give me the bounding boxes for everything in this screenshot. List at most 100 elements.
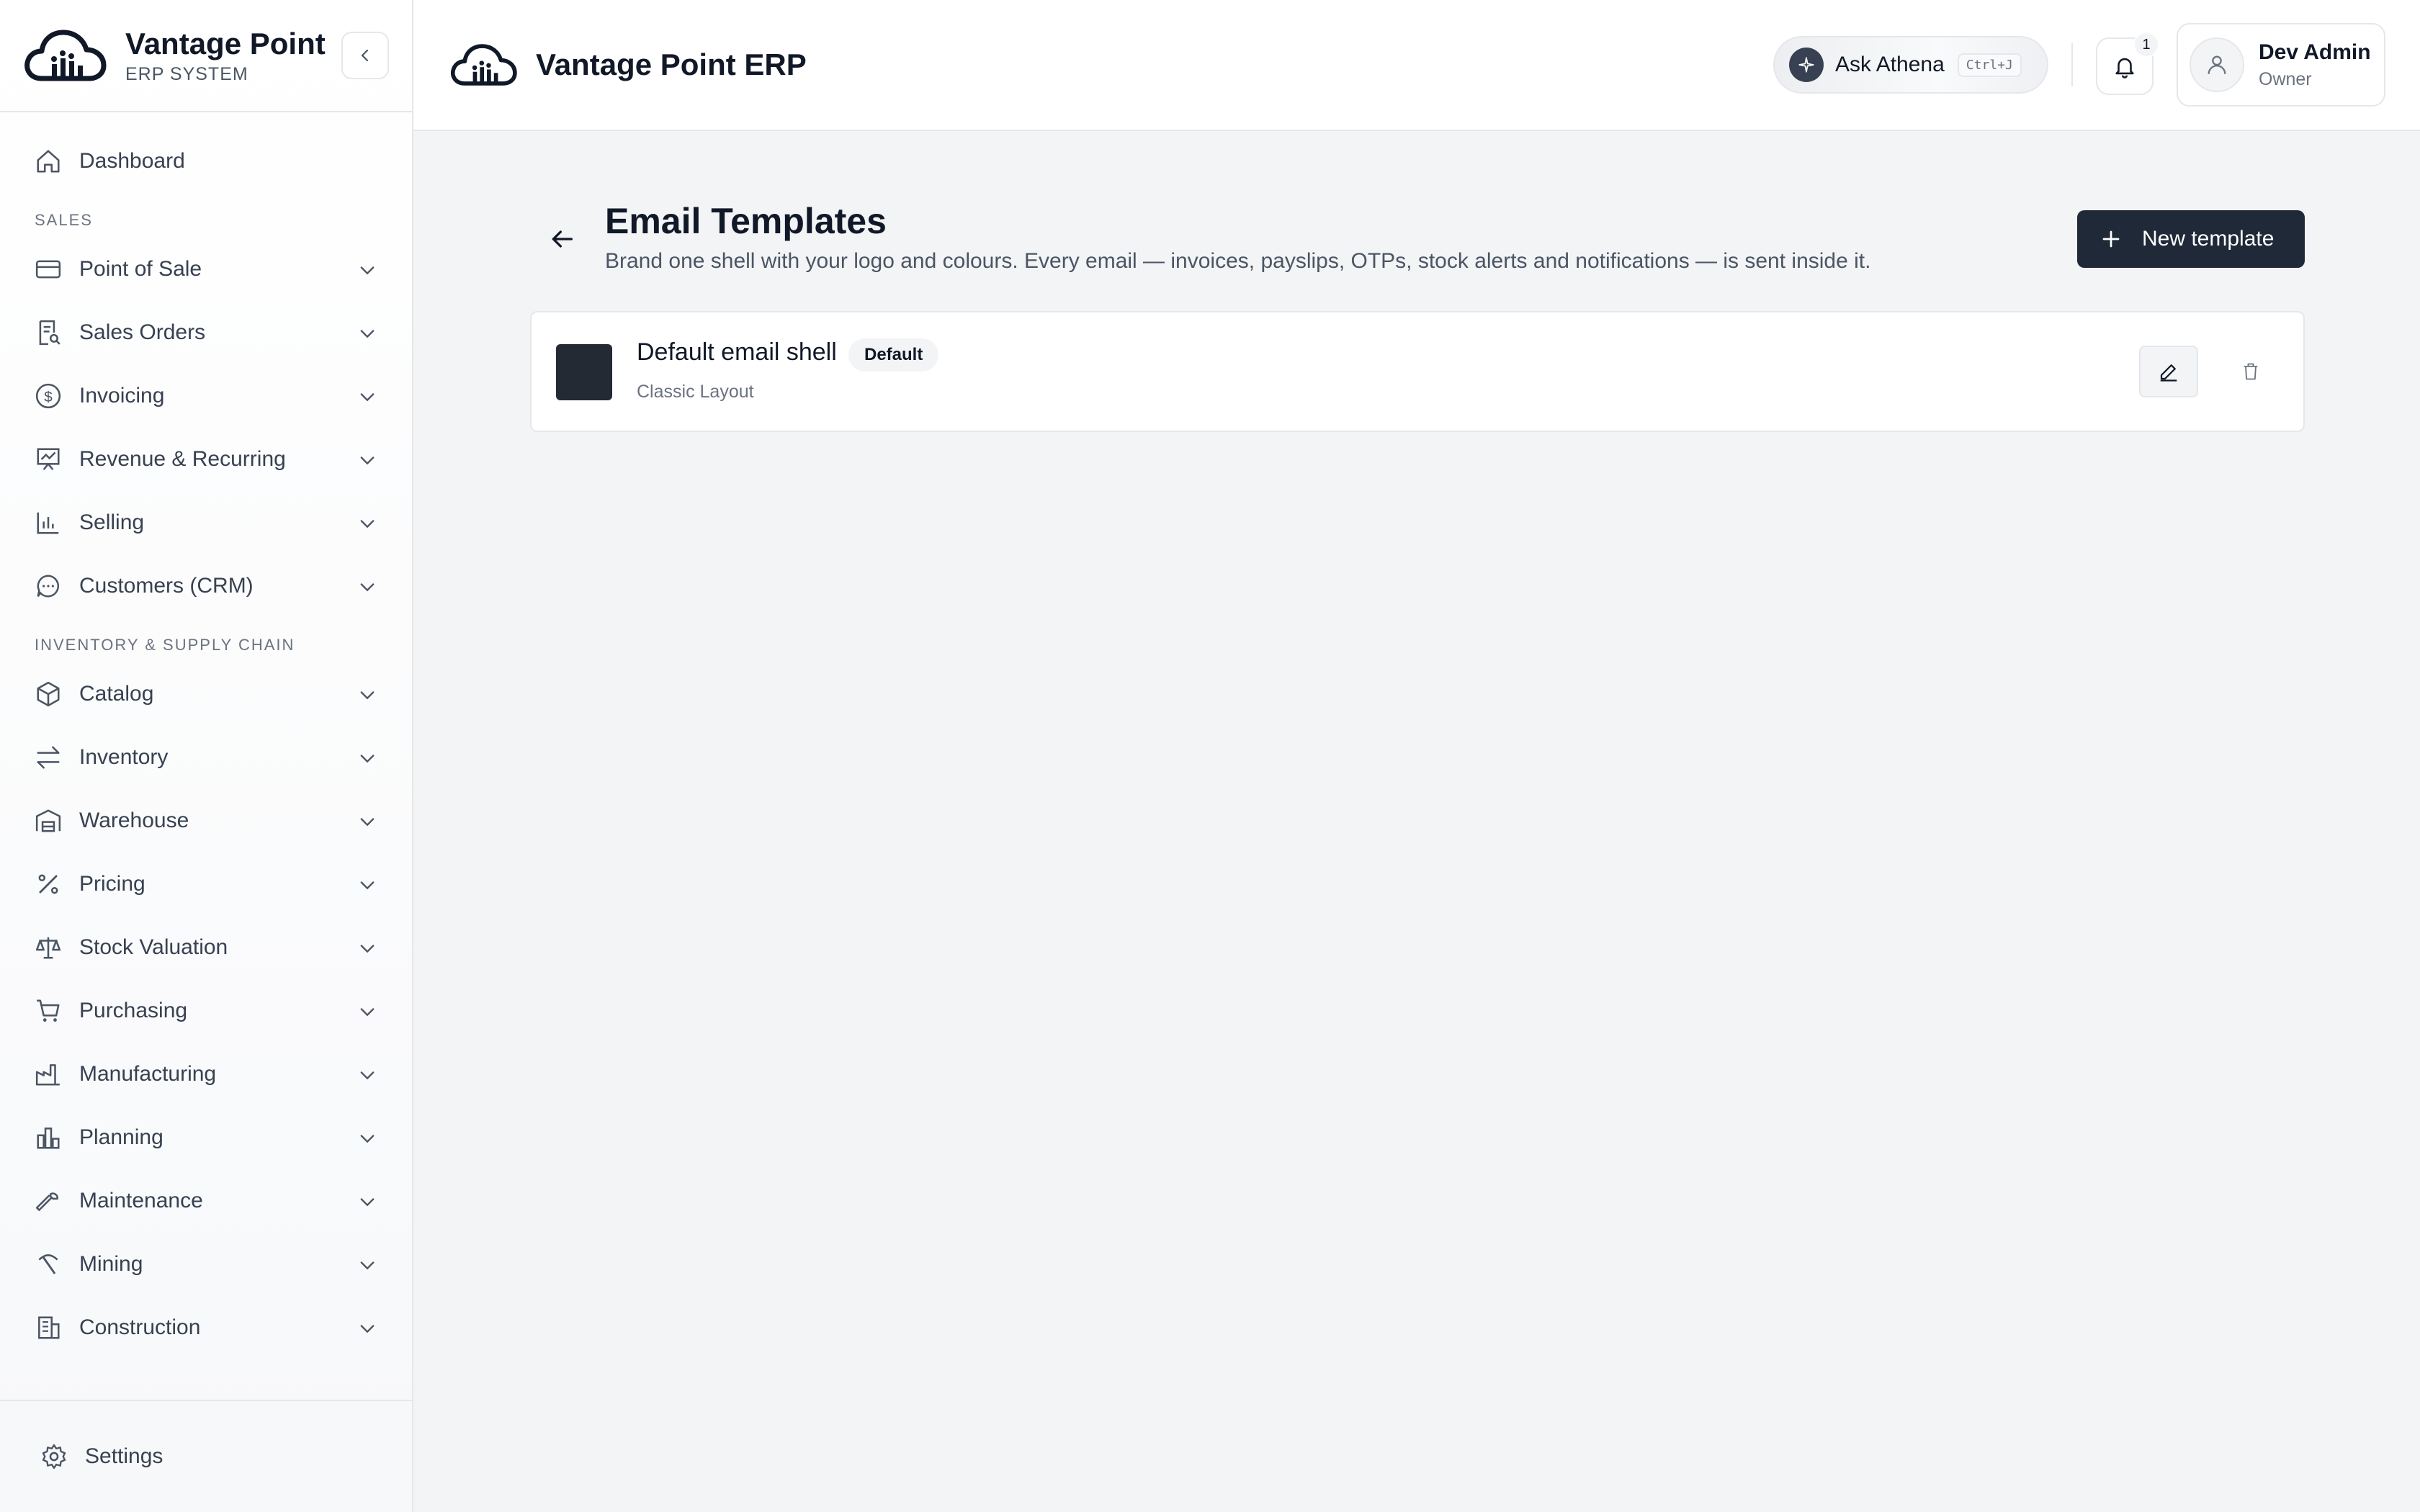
page-title: Email Templates: [605, 201, 887, 241]
template-name: Default email shell: [637, 338, 837, 366]
default-badge: Default: [848, 338, 939, 372]
sidebar-item-mining[interactable]: Mining: [0, 1233, 412, 1296]
chevron-down-icon: [360, 818, 375, 827]
notification-count-badge: 1: [2133, 32, 2159, 58]
sidebar-item-inventory[interactable]: Inventory: [0, 726, 412, 789]
back-arrow-icon[interactable]: [547, 225, 576, 253]
sidebar-item-label: Mining: [79, 1252, 143, 1276]
page-subtitle: Brand one shell with your logo and colou…: [605, 249, 1871, 273]
chevron-down-icon: [360, 1135, 375, 1143]
template-layout: Classic Layout: [637, 382, 754, 402]
new-template-button[interactable]: New template: [2077, 210, 2305, 268]
cart-icon: [37, 999, 60, 1022]
user-name: Dev Admin: [2259, 40, 2371, 64]
keyboard-shortcut: Ctrl+J: [1957, 53, 2022, 77]
sidebar-item-catalog[interactable]: Catalog: [0, 662, 412, 726]
box-icon: [37, 681, 60, 707]
chevron-down-icon: [360, 755, 375, 763]
sidebar-item-purchasing[interactable]: Purchasing: [0, 979, 412, 1043]
chevron-down-icon: [360, 456, 375, 465]
sidebar-item-label: Purchasing: [79, 999, 188, 1022]
sidebar-item-settings[interactable]: Settings: [0, 1400, 412, 1512]
percent-icon: [38, 874, 58, 894]
svg-text:$: $: [44, 389, 53, 405]
trash-icon: [2244, 363, 2258, 380]
edit-template-button[interactable]: [2139, 346, 2198, 397]
building-icon: [38, 1316, 60, 1339]
chevron-down-icon: [360, 691, 375, 700]
cloud-logo-icon: [450, 44, 517, 86]
sidebar-item-point-of-sale[interactable]: Point of Sale: [0, 238, 412, 301]
pencil-icon: [2160, 364, 2177, 382]
sidebar-item-label: Settings: [85, 1444, 163, 1468]
chevron-down-icon: [360, 583, 375, 592]
sidebar-item-invoicing[interactable]: $ Invoicing: [0, 364, 412, 428]
bar-chart-icon: [37, 512, 59, 534]
sidebar-item-stock-valuation[interactable]: Stock Valuation: [0, 916, 412, 979]
pickaxe-icon: [38, 1254, 58, 1274]
plus-icon: [2102, 230, 2120, 248]
sidebar-nav: Dashboard SALES Point of Sale Sales Orde…: [0, 112, 412, 1401]
home-icon: [37, 150, 60, 173]
delete-template-button[interactable]: [2221, 346, 2280, 397]
sidebar-item-pricing[interactable]: Pricing: [0, 852, 412, 916]
chevron-down-icon: [360, 520, 375, 528]
sidebar-item-label: Warehouse: [79, 809, 189, 832]
section-label-sales: SALES: [35, 211, 93, 229]
sidebar-item-label: Invoicing: [79, 384, 165, 408]
transfer-icon: [37, 746, 60, 769]
chevron-down-icon: [360, 330, 375, 338]
chevron-down-icon: [360, 266, 375, 275]
collapse-sidebar-button[interactable]: [341, 32, 389, 79]
brand-subtitle: ERP SYSTEM: [125, 63, 248, 84]
receipt-icon: [39, 320, 60, 346]
sidebar-item-label: Catalog: [79, 682, 154, 706]
top-header: Vantage Point ERP Ask Athena Ctrl+J 1 De…: [413, 0, 2420, 131]
sidebar-item-label: Sales Orders: [79, 320, 206, 344]
chevron-down-icon: [360, 393, 375, 402]
sidebar-item-revenue-recurring[interactable]: Revenue & Recurring: [0, 428, 412, 491]
cloud-logo-icon: [24, 30, 107, 81]
new-template-label: New template: [2142, 227, 2275, 251]
warehouse-icon: [35, 809, 61, 832]
user-icon: [2208, 55, 2226, 74]
sidebar-item-dashboard[interactable]: Dashboard: [0, 130, 412, 193]
sidebar-item-label: Revenue & Recurring: [79, 447, 286, 471]
sidebar-item-label: Inventory: [79, 745, 169, 769]
dollar-circle-icon: $: [35, 383, 61, 409]
chevron-down-icon: [360, 1261, 375, 1270]
sidebar-item-label: Planning: [79, 1125, 163, 1149]
columns-icon: [37, 1128, 60, 1149]
sidebar-item-warehouse[interactable]: Warehouse: [0, 789, 412, 852]
template-color-swatch: [556, 344, 612, 400]
notifications-button[interactable]: 1: [2096, 32, 2159, 95]
user-menu[interactable]: Dev Admin Owner: [2177, 23, 2385, 107]
sidebar-item-selling[interactable]: Selling: [0, 491, 412, 554]
sidebar-item-label: Stock Valuation: [79, 935, 228, 959]
sidebar-item-sales-orders[interactable]: Sales Orders: [0, 301, 412, 364]
sidebar-item-construction[interactable]: Construction: [0, 1296, 412, 1359]
user-role: Owner: [2259, 68, 2312, 89]
sidebar-item-label: Dashboard: [79, 149, 185, 173]
chevron-down-icon: [360, 1071, 375, 1080]
scale-icon: [35, 937, 61, 959]
sidebar-item-label: Point of Sale: [79, 257, 202, 281]
sidebar-item-label: Selling: [79, 510, 145, 534]
chat-bubble-icon: [37, 575, 60, 598]
app-title: Vantage Point ERP: [536, 48, 807, 81]
chevron-down-icon: [360, 1325, 375, 1333]
sidebar: Vantage Point ERP SYSTEM Dashboard SALES…: [0, 0, 413, 1512]
sidebar-item-manufacturing[interactable]: Manufacturing: [0, 1043, 412, 1106]
bell-icon: [2115, 58, 2134, 78]
sidebar-item-maintenance[interactable]: Maintenance: [0, 1169, 412, 1233]
sidebar-item-planning[interactable]: Planning: [0, 1106, 412, 1169]
sidebar-item-customers-crm[interactable]: Customers (CRM): [0, 554, 412, 618]
avatar: [2190, 37, 2244, 92]
factory-icon: [35, 1064, 60, 1086]
main-content: Email Templates Brand one shell with you…: [413, 131, 2420, 1512]
gear-icon: [42, 1444, 66, 1470]
template-card[interactable]: Default email shell Default Classic Layo…: [530, 311, 2305, 432]
ask-athena-button[interactable]: Ask Athena Ctrl+J: [1773, 36, 2048, 94]
sidebar-item-label: Maintenance: [79, 1189, 203, 1212]
chevron-down-icon: [360, 945, 375, 953]
